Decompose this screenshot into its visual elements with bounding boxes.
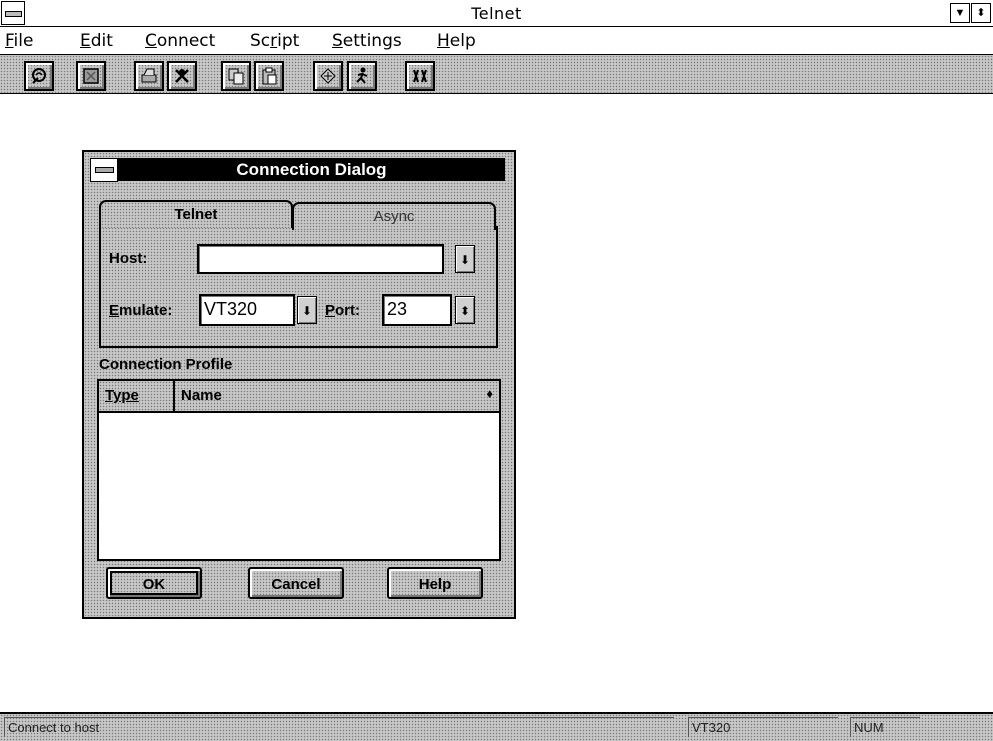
copy-button[interactable] [221, 61, 251, 91]
port-label-mnemonic: P [325, 302, 336, 319]
scripts-icon [413, 69, 427, 83]
title-bar: Telnet ▼ ⬍ [0, 0, 993, 27]
column-divider[interactable] [173, 381, 175, 411]
connection-profile-list[interactable]: Type Name ♦ [97, 379, 501, 561]
menu-file[interactable]: File [5, 32, 33, 50]
emulate-label: Emulate: [109, 302, 172, 319]
copy-icon [228, 68, 244, 85]
minimize-button[interactable]: ▼ [950, 3, 970, 23]
menu-connect-mnemonic: C [145, 31, 157, 51]
connection-profile-title: Connection Profile [99, 356, 233, 373]
host-input[interactable] [197, 244, 444, 274]
port-spin-button[interactable]: ⬍ [455, 296, 475, 324]
window-title: Telnet [471, 4, 522, 23]
print-icon [141, 68, 157, 83]
paste-icon [262, 67, 277, 85]
status-emulation: VT320 [688, 717, 838, 737]
menu-settings-label: ettings [342, 31, 402, 51]
menu-file-mnemonic: F [5, 31, 14, 51]
connection-dialog: Connection Dialog Telnet Async Host: ⬇ E… [82, 150, 516, 619]
sort-icon[interactable]: ♦ [486, 386, 493, 401]
chevron-down-icon: ⬇ [301, 304, 313, 318]
menu-settings-mnemonic: S [332, 31, 343, 51]
menu-script-label: ipt [277, 31, 300, 51]
host-dropdown-button[interactable]: ⬇ [455, 245, 475, 273]
dialog-system-menu-icon[interactable] [90, 158, 118, 182]
dialog-title: Connection Dialog [118, 158, 505, 181]
menu-edit-label: dit [90, 31, 113, 51]
paste-button[interactable] [254, 61, 284, 91]
telnet-tab-panel: Host: ⬇ Emulate: VT320 ⬇ Port: 23 ⬍ [99, 226, 498, 348]
tools-button[interactable] [167, 61, 197, 91]
toolbar [0, 55, 993, 94]
menu-edit[interactable]: Edit [80, 32, 113, 50]
disconnect-icon [83, 68, 99, 84]
menu-connect-label: onnect [156, 31, 216, 51]
network-icon [320, 68, 336, 84]
menu-help-mnemonic: H [437, 31, 450, 51]
chevron-down-icon: ⬇ [459, 253, 471, 267]
emulate-label-mnemonic: E [109, 302, 120, 319]
restore-button[interactable]: ⬍ [971, 3, 991, 23]
scripts-button[interactable] [405, 61, 435, 91]
status-num-lock: NUM [850, 717, 920, 737]
ok-button[interactable]: OK [106, 567, 202, 599]
tools-icon [175, 69, 189, 83]
column-name-header[interactable]: Name [181, 387, 222, 404]
status-message: Connect to host [4, 717, 674, 737]
port-label: Port: [325, 302, 360, 319]
spin-up-down-icon: ⬍ [459, 304, 471, 318]
connect-button[interactable] [24, 61, 54, 91]
cancel-button[interactable]: Cancel [248, 567, 344, 599]
port-label-text: ort: [335, 302, 361, 319]
emulate-dropdown-button[interactable]: ⬇ [297, 296, 317, 324]
menu-bar: File Edit Connect Script Settings Help [0, 27, 993, 55]
emulate-label-text: mulate: [119, 302, 173, 319]
dialog-title-bar: Connection Dialog [84, 152, 514, 186]
run-script-button[interactable] [347, 61, 377, 91]
status-bar: Connect to host VT320 NUM [0, 712, 993, 741]
menu-script[interactable]: Script [250, 32, 299, 50]
print-button[interactable] [134, 61, 164, 91]
menu-edit-mnemonic: E [80, 31, 91, 51]
host-label: Host: [109, 250, 148, 267]
emulate-select[interactable]: VT320 [199, 294, 295, 326]
menu-file-label: ile [13, 31, 34, 51]
list-header: Type Name ♦ [99, 381, 499, 413]
network-button[interactable] [313, 61, 343, 91]
menu-help[interactable]: Help [437, 32, 476, 50]
port-input[interactable]: 23 [382, 294, 452, 326]
menu-script-label-pre: Sc [250, 31, 271, 51]
menu-help-label: elp [449, 31, 476, 51]
column-type-header[interactable]: Type [105, 387, 139, 404]
menu-connect[interactable]: Connect [145, 32, 215, 50]
help-button[interactable]: Help [387, 567, 483, 599]
tab-telnet[interactable]: Telnet [99, 200, 293, 228]
menu-settings[interactable]: Settings [332, 32, 402, 50]
disconnect-button[interactable] [76, 61, 106, 91]
run-script-icon [356, 67, 368, 84]
connect-icon [32, 68, 46, 84]
